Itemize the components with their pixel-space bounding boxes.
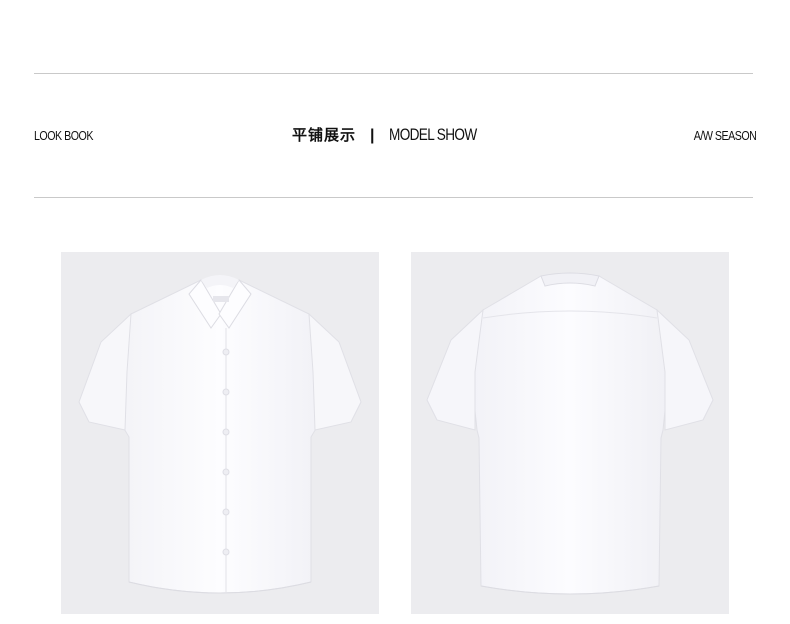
title-chinese: 平铺展示 <box>292 126 357 144</box>
title-separator: | <box>370 127 375 144</box>
shirt-front-image <box>61 252 379 614</box>
season-label: A/W SEASON <box>693 128 756 143</box>
title-english: MODEL SHOW <box>388 125 477 144</box>
section-title: 平铺展示 | MODEL SHOW <box>0 124 790 145</box>
bottom-divider <box>34 197 753 198</box>
shirt-back-image <box>411 252 729 614</box>
top-divider <box>34 73 753 74</box>
